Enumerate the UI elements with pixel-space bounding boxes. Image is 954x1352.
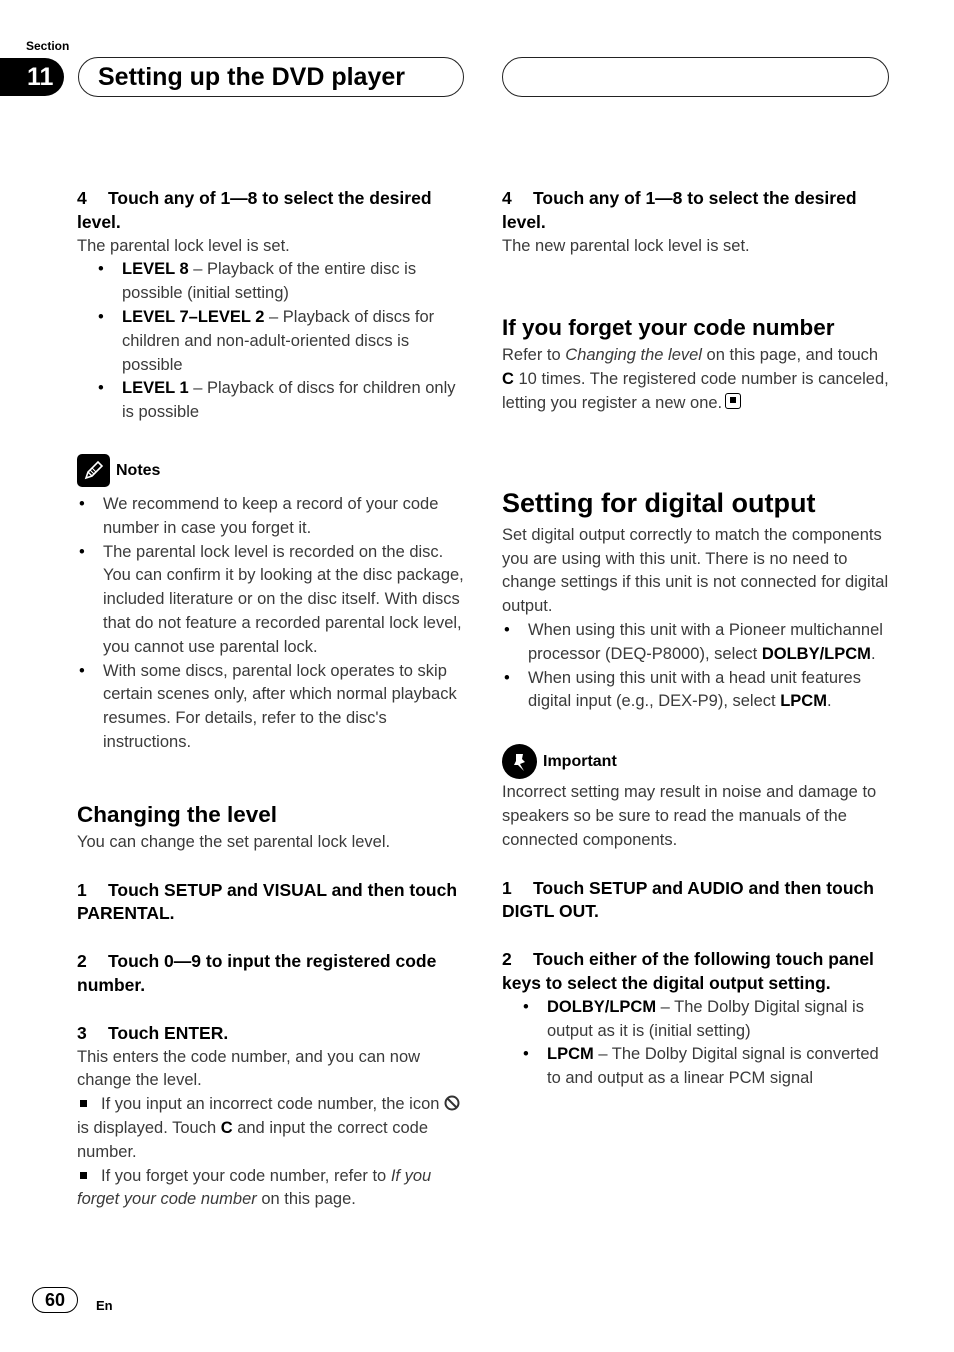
step-3-left: 3 Touch ENTER.: [77, 1022, 229, 1043]
digital-usage-list: When using this unit with a Pioneer mult…: [502, 619, 892, 714]
step-3-result: This enters the code number, and you can…: [77, 1047, 421, 1090]
page-title: Setting up the DVD player: [78, 57, 464, 97]
note-item: With some discs, parental lock operates …: [77, 660, 467, 755]
step-4-result: The parental lock level is set.: [77, 236, 290, 255]
left-column: 4 Touch any of 1—8 to select the desired …: [77, 187, 467, 1212]
forget-code-heading: If you forget your code number: [502, 315, 835, 341]
step-2-right: 2 Touch either of the following touch pan…: [502, 949, 874, 993]
level-item: LEVEL 1 – Playback of discs for children…: [77, 377, 467, 425]
tip-forget-code: If you forget your code number, refer to…: [77, 1166, 432, 1209]
right-column: 4 Touch any of 1—8 to select the desired …: [502, 187, 892, 1091]
pencil-icon: [77, 453, 110, 487]
step-4-left: 4 Touch any of 1—8 to select the desired …: [77, 188, 432, 232]
important-label: Important: [543, 752, 617, 770]
digital-output-heading: Setting for digital output: [502, 487, 816, 518]
language-code: En: [96, 1298, 113, 1313]
level-item: LEVEL 8 – Playback of the entire disc is…: [77, 258, 467, 306]
changing-level-heading: Changing the level: [77, 801, 278, 827]
important-text: Incorrect setting may result in noise an…: [502, 783, 877, 849]
level-list: LEVEL 8 – Playback of the entire disc is…: [77, 258, 467, 425]
notes-label: Notes: [116, 461, 161, 479]
option-item: DOLBY/LPCM – The Dolby Digital signal is…: [502, 996, 892, 1044]
step-4-right: 4 Touch any of 1—8 to select the desired …: [502, 188, 857, 232]
prohibited-icon: [444, 1095, 460, 1111]
pushpin-icon: [502, 744, 537, 780]
step-4-right-result: The new parental lock level is set.: [502, 236, 750, 255]
note-item: The parental lock level is recorded on t…: [77, 541, 467, 660]
page-number: 60: [32, 1287, 78, 1313]
notes-heading: Notes: [77, 453, 467, 487]
step-2-left: 2 Touch 0—9 to input the registered code …: [77, 951, 437, 995]
forget-code-text: Refer to Changing the level on this page…: [502, 346, 889, 412]
digital-output-intro: Set digital output correctly to match th…: [502, 525, 889, 616]
section-number-badge: 11: [0, 58, 64, 96]
step-1-right: 1 Touch SETUP and AUDIO and then touch DI…: [502, 877, 874, 922]
end-of-section-icon: [725, 392, 742, 409]
square-bullet-icon: [80, 1171, 87, 1179]
changing-level-intro: You can change the set parental lock lev…: [77, 832, 391, 851]
level-item: LEVEL 7–LEVEL 2 – Playback of discs for …: [77, 306, 467, 377]
tip-incorrect-code: If you input an incorrect code number, t…: [77, 1093, 467, 1164]
note-item: We recommend to keep a record of your co…: [77, 493, 467, 541]
usage-item: When using this unit with a Pioneer mult…: [502, 619, 892, 667]
page-title-text: Setting up the DVD player: [98, 62, 405, 91]
step-1-left: 1 Touch SETUP and VISUAL and then touch P…: [77, 879, 458, 924]
empty-title-frame: [502, 57, 889, 97]
important-heading: Important: [502, 744, 892, 780]
square-bullet-icon: [80, 1100, 87, 1108]
digital-option-list: DOLBY/LPCM – The Dolby Digital signal is…: [502, 996, 892, 1091]
section-label: Section: [26, 39, 70, 53]
usage-item: When using this unit with a head unit fe…: [502, 667, 892, 715]
notes-list: We recommend to keep a record of your co…: [77, 493, 467, 755]
option-item: LPCM – The Dolby Digital signal is conve…: [502, 1043, 892, 1091]
cross-reference-link: Changing the level: [565, 346, 702, 365]
